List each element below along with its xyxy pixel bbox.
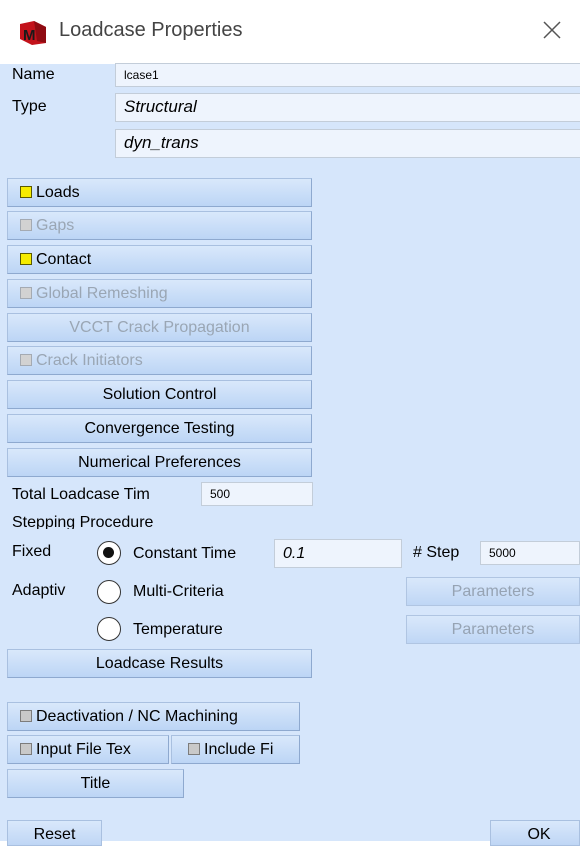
deactivation-button[interactable]: Deactivation / NC Machining (7, 702, 300, 731)
title-button[interactable]: Title (7, 769, 184, 798)
convergence-testing-button[interactable]: Convergence Testing (7, 414, 312, 443)
total-loadcase-time-label: Total Loadcase Tim (12, 486, 150, 503)
global-remeshing-label: Global Remeshing (36, 285, 168, 302)
crack-initiators-label: Crack Initiators (36, 352, 143, 369)
multi-criteria-label: Multi-Criteria (133, 583, 224, 600)
loads-checkbox[interactable] (20, 186, 32, 198)
loads-label: Loads (36, 184, 80, 201)
gaps-button[interactable]: Gaps (7, 211, 312, 240)
temperature-parameters-button[interactable]: Parameters (406, 615, 580, 644)
numerical-preferences-button[interactable]: Numerical Preferences (7, 448, 312, 477)
crack-initiators-checkbox[interactable] (20, 354, 32, 366)
stepping-procedure-label: Stepping Procedure (12, 514, 154, 529)
window-title: Loadcase Properties (59, 19, 243, 41)
gaps-checkbox[interactable] (20, 219, 32, 231)
deactivation-label: Deactivation / NC Machining (36, 708, 238, 725)
global-remeshing-button[interactable]: Global Remeshing (7, 279, 312, 308)
total-loadcase-time-field[interactable]: 500 (201, 482, 313, 506)
steps-field[interactable]: 5000 (480, 541, 580, 565)
name-label: Name (12, 66, 55, 83)
deactivation-checkbox[interactable] (20, 710, 32, 722)
reset-button[interactable]: Reset (7, 820, 102, 846)
fixed-label: Fixed (12, 543, 52, 560)
title-bar: M Loadcase Properties (0, 0, 580, 64)
gaps-label: Gaps (36, 217, 75, 234)
name-field[interactable]: lcase1 (115, 63, 580, 87)
type-field[interactable]: Structural (115, 93, 580, 122)
contact-checkbox[interactable] (20, 253, 32, 265)
include-file-label: Include Fi (204, 741, 274, 758)
temperature-label: Temperature (133, 621, 223, 638)
vcct-crack-propagation-button[interactable]: VCCT Crack Propagation (7, 313, 312, 342)
input-file-text-button[interactable]: Input File Tex (7, 735, 169, 764)
multi-criteria-radio[interactable] (97, 580, 121, 604)
steps-label: # Step (413, 544, 460, 561)
contact-button[interactable]: Contact (7, 245, 312, 274)
global-remeshing-checkbox[interactable] (20, 287, 32, 299)
svg-text:M: M (23, 27, 36, 44)
include-file-checkbox[interactable] (188, 743, 200, 755)
constant-time-field[interactable]: 0.1 (274, 539, 402, 568)
contact-label: Contact (36, 251, 92, 268)
input-file-text-label: Input File Tex (36, 741, 131, 758)
constant-time-radio[interactable] (97, 541, 121, 565)
multi-criteria-parameters-button[interactable]: Parameters (406, 577, 580, 606)
close-icon[interactable] (536, 14, 568, 46)
constant-time-label: Constant Time (133, 545, 237, 562)
input-file-text-checkbox[interactable] (20, 743, 32, 755)
marc-logo-icon: M (20, 21, 46, 45)
subtype-field[interactable]: dyn_trans (115, 129, 580, 158)
include-file-button[interactable]: Include Fi (171, 735, 300, 764)
ok-button[interactable]: OK (490, 820, 580, 846)
crack-initiators-button[interactable]: Crack Initiators (7, 346, 312, 375)
temperature-radio[interactable] (97, 617, 121, 641)
radio-selected-dot (103, 547, 114, 558)
loadcase-results-button[interactable]: Loadcase Results (7, 649, 312, 678)
adaptive-label: Adaptiv (12, 582, 66, 599)
type-label: Type (12, 98, 47, 115)
loads-button[interactable]: Loads (7, 178, 312, 207)
solution-control-button[interactable]: Solution Control (7, 380, 312, 409)
